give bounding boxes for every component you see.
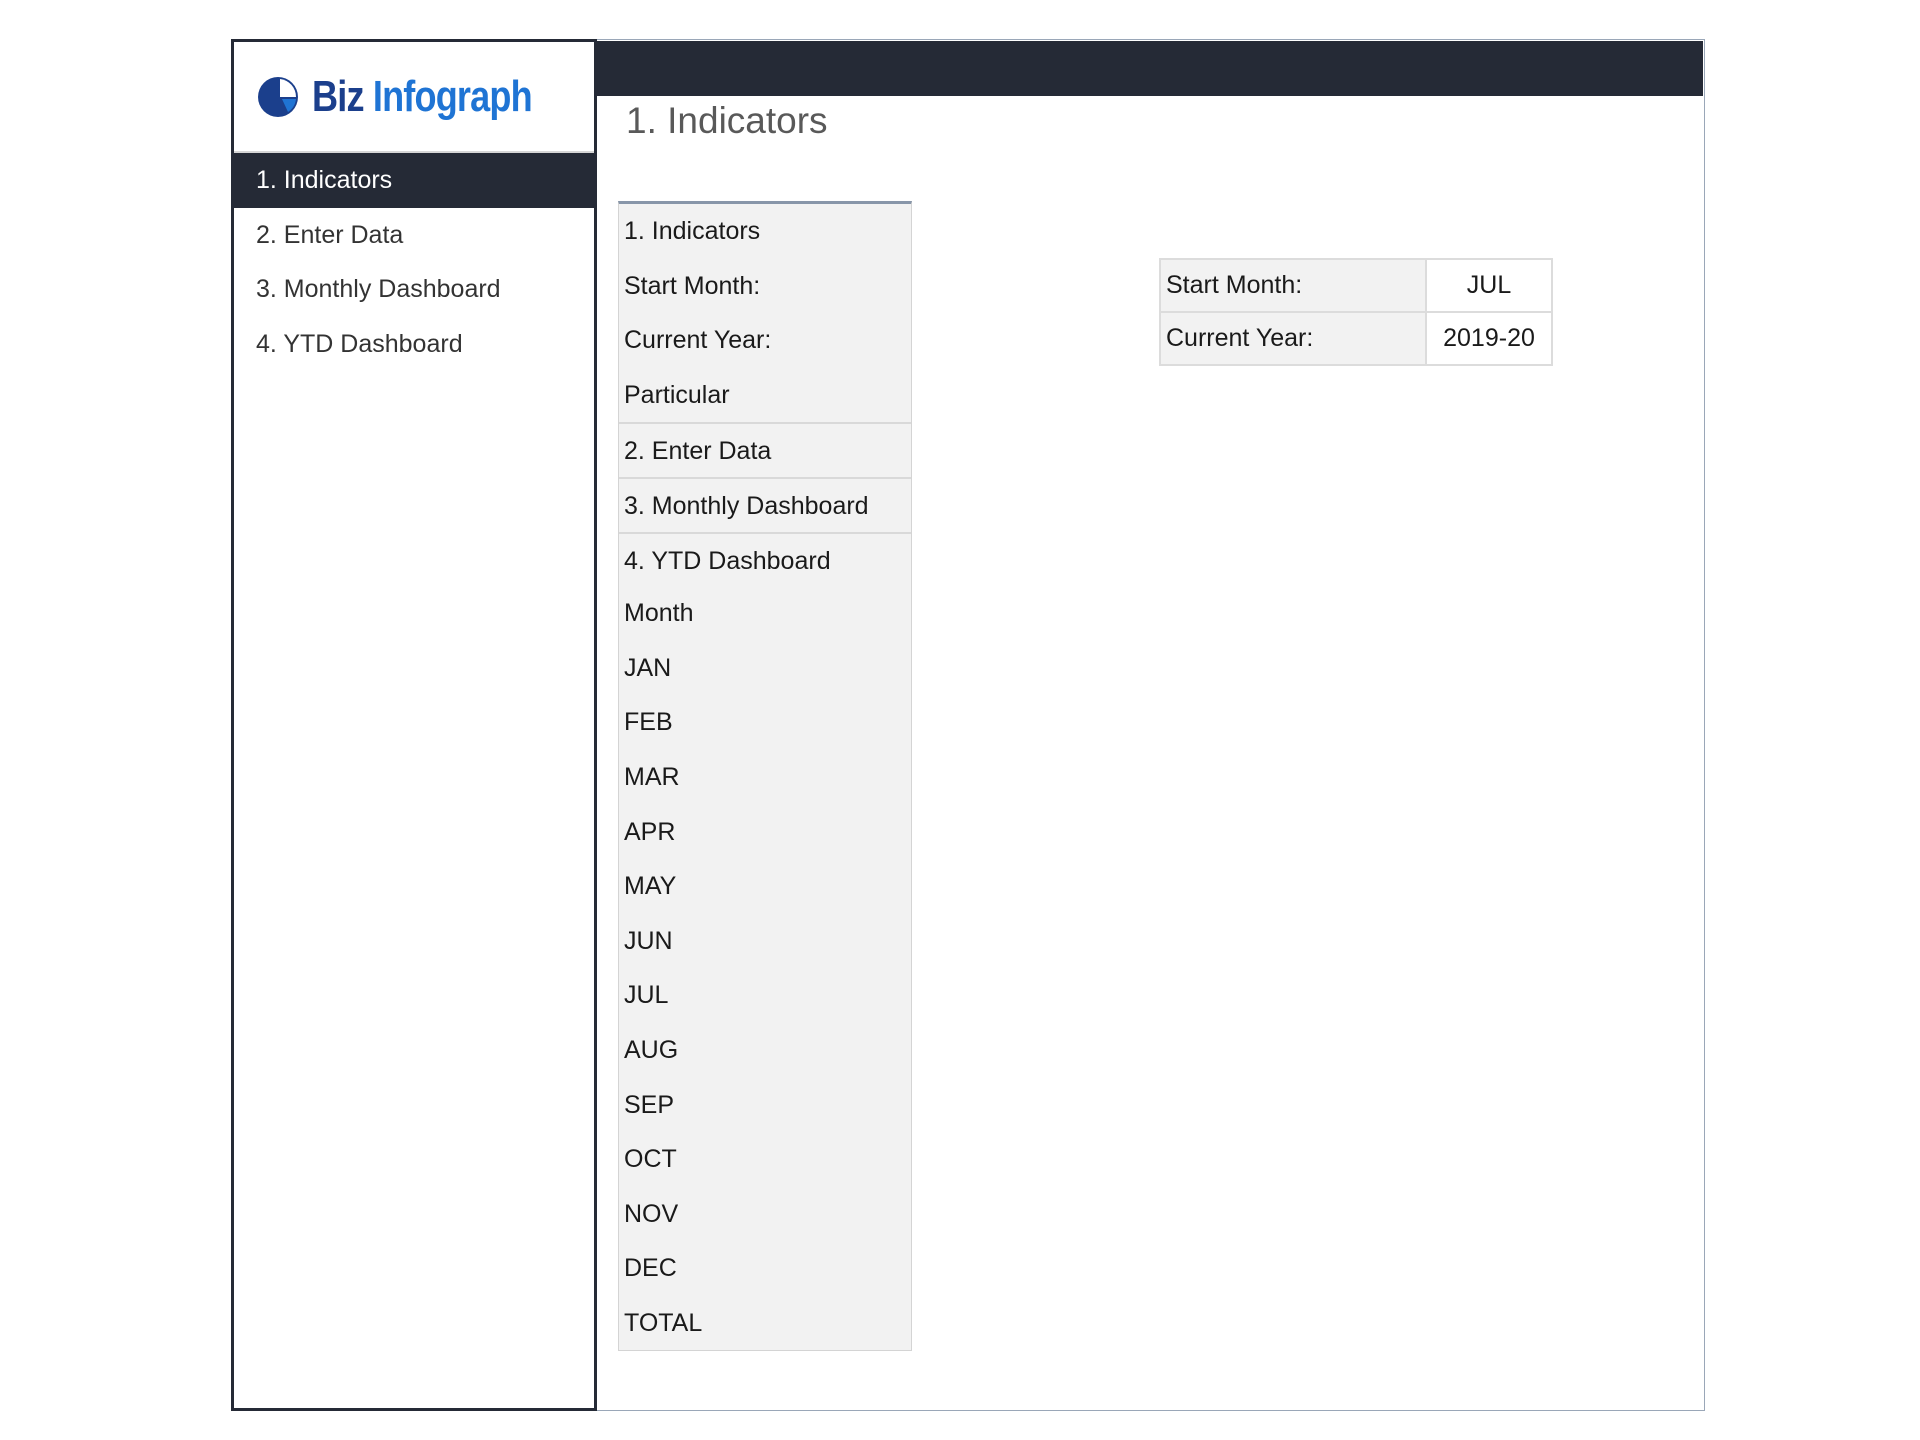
- table-row: Current Year: 2019-20: [1159, 311, 1553, 366]
- brand-logo[interactable]: Biz Infograph: [234, 42, 594, 153]
- list-item: JAN: [624, 653, 672, 682]
- indicator-list: 1. Indicators Start Month: Current Year:…: [618, 201, 912, 1352]
- start-month-field[interactable]: JUL: [1425, 258, 1553, 313]
- pie-chart-icon: [258, 76, 298, 117]
- sidebar-item-monthly-dashboard[interactable]: 3. Monthly Dashboard: [234, 262, 594, 317]
- table-row: Start Month: JUL: [1159, 258, 1553, 313]
- list-item: DEC: [624, 1254, 677, 1283]
- page-title: 1. Indicators: [626, 100, 828, 141]
- list-item: Start Month:: [624, 271, 761, 300]
- sidebar-item-indicators[interactable]: 1. Indicators: [234, 153, 594, 208]
- brand-name-biz: Biz: [312, 71, 364, 121]
- list-item: JUL: [624, 981, 669, 1010]
- current-year-label: Current Year:: [1159, 311, 1427, 366]
- start-month-label: Start Month:: [1159, 258, 1427, 313]
- list-item: OCT: [624, 1145, 677, 1174]
- sidebar: Biz Infograph 1. Indicators 2. Enter Dat…: [231, 39, 597, 1411]
- list-item: MAR: [624, 762, 680, 791]
- list-item: TOTAL: [624, 1308, 703, 1337]
- header-bar: [597, 41, 1703, 96]
- list-item: 4. YTD Dashboard: [619, 531, 911, 587]
- settings-table: Start Month: JUL Current Year: 2019-20: [1159, 258, 1553, 366]
- sidebar-item-enter-data[interactable]: 2. Enter Data: [234, 208, 594, 263]
- brand-name-infograph: Infograph: [372, 71, 533, 121]
- brand-name: Biz Infograph: [312, 71, 533, 122]
- list-item: 1. Indicators: [624, 217, 761, 245]
- list-item: Current Year:: [624, 326, 772, 355]
- list-item: APR: [624, 817, 676, 846]
- list-item: SEP: [624, 1090, 675, 1119]
- list-item: 2. Enter Data: [619, 422, 911, 477]
- list-item: FEB: [624, 708, 673, 737]
- list-item: MAY: [624, 872, 677, 901]
- list-item: Particular: [624, 380, 730, 409]
- list-item: 3. Monthly Dashboard: [619, 476, 911, 532]
- list-item: Month: [624, 599, 694, 628]
- sidebar-item-ytd-dashboard[interactable]: 4. YTD Dashboard: [234, 317, 594, 372]
- list-item: NOV: [624, 1199, 679, 1228]
- current-year-field[interactable]: 2019-20: [1425, 311, 1553, 366]
- sidebar-nav: 1. Indicators 2. Enter Data 3. Monthly D…: [234, 153, 594, 371]
- list-item: AUG: [624, 1035, 679, 1064]
- list-item: JUN: [624, 926, 673, 955]
